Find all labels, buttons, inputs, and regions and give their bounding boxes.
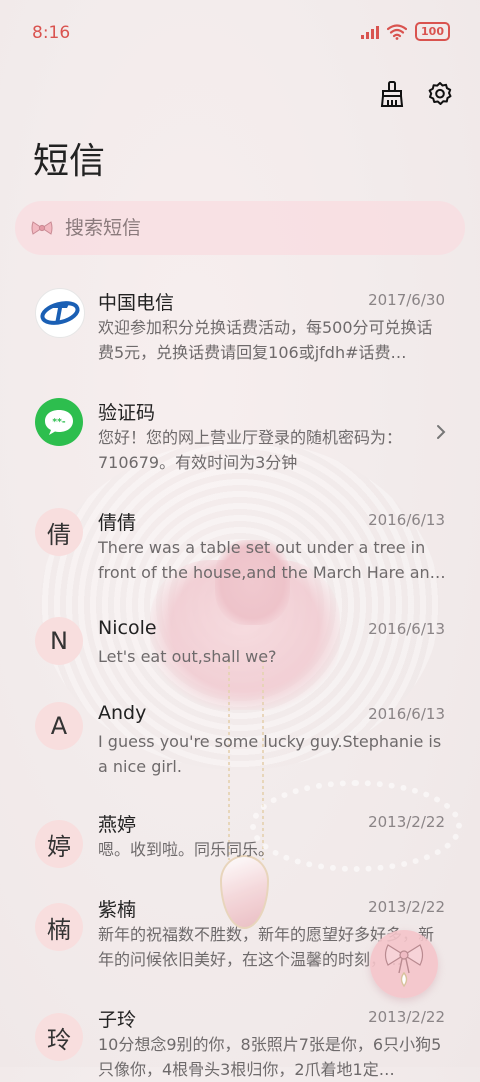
page-title: 短信 bbox=[33, 141, 106, 182]
contact-name: 燕婷 bbox=[98, 814, 137, 836]
svg-text:**-: **- bbox=[52, 418, 65, 428]
list-item[interactable]: 倩 倩倩 2016/6/13 There was a table set out… bbox=[0, 508, 480, 600]
battery-indicator: 100 bbox=[415, 22, 450, 41]
compose-button[interactable] bbox=[370, 930, 438, 998]
bow-search-icon bbox=[29, 215, 55, 241]
chevron-right-icon bbox=[437, 425, 446, 439]
list-item[interactable]: 玲 子玲 2013/2/22 10分想念9别的你，8张照片7张是你，6只小狗5只… bbox=[0, 1005, 480, 1079]
avatar: A bbox=[35, 702, 83, 750]
chat-bubble-icon: **- bbox=[45, 410, 73, 435]
contact-name: Andy bbox=[98, 702, 147, 724]
message-preview: I guess you're some lucky guy.Stephanie … bbox=[98, 732, 442, 776]
message-date: 2016/6/13 bbox=[368, 511, 445, 529]
bow-pendant-icon bbox=[384, 944, 424, 988]
avatar: 倩 bbox=[35, 508, 83, 556]
status-time: 8:16 bbox=[32, 23, 71, 43]
message-preview: 嗯。收到啦。同乐同乐。 bbox=[98, 840, 275, 859]
avatar: 玲 bbox=[35, 1013, 83, 1061]
clean-button[interactable] bbox=[378, 80, 406, 108]
avatar bbox=[35, 288, 85, 338]
wifi-icon bbox=[387, 23, 408, 40]
message-date: 2017/6/30 bbox=[368, 291, 445, 309]
search-bar[interactable] bbox=[15, 201, 465, 255]
gear-icon bbox=[428, 82, 452, 105]
list-item[interactable]: N Nicole 2016/6/13 Let's eat out,shall w… bbox=[0, 617, 480, 687]
list-item[interactable]: 中国电信 2017/6/30 欢迎参加积分兑换话费活动，每500分可兑换话费5元… bbox=[0, 288, 480, 380]
message-preview: Let's eat out,shall we? bbox=[98, 647, 277, 666]
message-date: 2016/6/13 bbox=[368, 705, 445, 723]
contact-name: 中国电信 bbox=[98, 292, 175, 314]
list-item[interactable]: **- 验证码 您好！您的网上营业厅登录的随机密码为：710679。有效时间为3… bbox=[0, 398, 480, 490]
message-date: 2013/2/22 bbox=[368, 1008, 445, 1026]
settings-button[interactable] bbox=[426, 80, 454, 108]
list-item[interactable]: A Andy 2016/6/13 I guess you're some luc… bbox=[0, 702, 480, 792]
message-preview: There was a table set out under a tree i… bbox=[98, 538, 446, 582]
contact-name: Nicole bbox=[98, 617, 157, 639]
list-item[interactable]: 婷 燕婷 2013/2/22 嗯。收到啦。同乐同乐。 bbox=[0, 810, 480, 880]
broom-icon bbox=[380, 81, 404, 107]
status-icons: 100 bbox=[361, 22, 450, 41]
message-date: 2016/6/13 bbox=[368, 620, 445, 638]
message-date: 2013/2/22 bbox=[368, 898, 445, 916]
message-preview: 欢迎参加积分兑换话费活动，每500分可兑换话费5元，兑换话费请回复106或jfd… bbox=[98, 318, 433, 362]
avatar: 楠 bbox=[35, 903, 83, 951]
message-preview: 您好！您的网上营业厅登录的随机密码为：710679。有效时间为3分钟 bbox=[98, 428, 403, 472]
avatar: 婷 bbox=[35, 820, 83, 868]
message-date: 2013/2/22 bbox=[368, 813, 445, 831]
avatar: N bbox=[35, 617, 83, 665]
china-telecom-logo bbox=[40, 293, 80, 333]
signal-icon bbox=[361, 25, 380, 39]
message-preview: 10分想念9别的你，8张照片7张是你，6只小狗5只像你，4根骨头3根归你，2爪着… bbox=[98, 1035, 442, 1079]
search-input[interactable] bbox=[63, 216, 427, 240]
status-bar: 8:16 100 bbox=[0, 0, 480, 68]
header-actions bbox=[378, 80, 454, 108]
avatar: **- bbox=[35, 398, 83, 446]
contact-name: 倩倩 bbox=[98, 512, 137, 534]
contact-name: 紫楠 bbox=[98, 899, 137, 921]
contact-name: 验证码 bbox=[98, 402, 156, 424]
contact-name: 子玲 bbox=[98, 1009, 137, 1031]
